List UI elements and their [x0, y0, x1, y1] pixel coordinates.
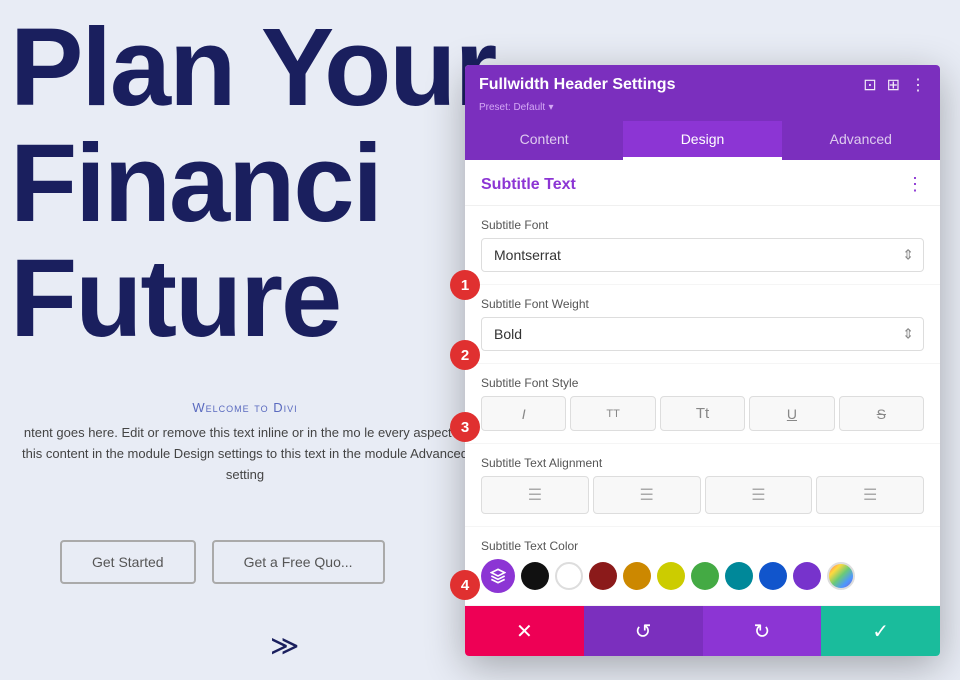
more-options-icon[interactable]: ⋮ [910, 75, 926, 95]
resize-icon[interactable]: ⊡ [863, 75, 876, 95]
panel-tabs: Content Design Advanced [465, 121, 940, 160]
subtitle-font-weight-select-wrapper: Bold Normal Light Extra Bold ⇕ [481, 317, 924, 351]
color-white[interactable] [555, 562, 583, 590]
cancel-button[interactable]: ✕ [465, 606, 584, 656]
title-case-button[interactable]: Tt [660, 396, 745, 431]
align-right-button[interactable]: ☰ [705, 476, 813, 514]
step-badge-3: 3 [450, 412, 480, 442]
welcome-label: Welcome to Divi [20, 400, 470, 415]
tab-design[interactable]: Design [623, 121, 781, 160]
subtitle-font-weight-select[interactable]: Bold Normal Light Extra Bold [481, 317, 924, 351]
subtitle-font-weight-field: Subtitle Font Weight Bold Normal Light E… [465, 285, 940, 364]
welcome-section: Welcome to Divi ntent goes here. Edit or… [20, 400, 470, 485]
section-more-icon[interactable]: ⋮ [906, 174, 924, 195]
subtitle-font-select-wrapper: Montserrat Open Sans Roboto Lato ⇕ [481, 238, 924, 272]
panel-preset[interactable]: Preset: Default ▾ [479, 99, 926, 113]
save-button[interactable]: ✓ [821, 606, 940, 656]
subtitle-font-style-label: Subtitle Font Style [481, 376, 924, 390]
color-picker-button[interactable] [481, 559, 515, 593]
hero-text: Plan Your Financi Future [10, 10, 495, 357]
underline-button[interactable]: U [749, 396, 834, 431]
body-text: ntent goes here. Edit or remove this tex… [20, 423, 470, 485]
color-swatches-row [481, 559, 924, 593]
font-style-buttons: I TT Tt U S [481, 396, 924, 431]
subtitle-font-weight-label: Subtitle Font Weight [481, 297, 924, 311]
step-badge-4: 4 [450, 570, 480, 600]
align-justify-button[interactable]: ☰ [816, 476, 924, 514]
subtitle-text-color-field: Subtitle Text Color [465, 527, 940, 606]
panel-header-top: Fullwidth Header Settings ⊡ ⊞ ⋮ [479, 75, 926, 95]
text-alignment-buttons: ☰ ☰ ☰ ☰ [481, 476, 924, 514]
subtitle-text-color-label: Subtitle Text Color [481, 539, 924, 553]
subtitle-text-alignment-label: Subtitle Text Alignment [481, 456, 924, 470]
subtitle-font-field: Subtitle Font Montserrat Open Sans Robot… [465, 206, 940, 285]
step-badge-2: 2 [450, 340, 480, 370]
settings-panel: Fullwidth Header Settings ⊡ ⊞ ⋮ Preset: … [465, 65, 940, 656]
color-black[interactable] [521, 562, 549, 590]
color-green[interactable] [691, 562, 719, 590]
panel-footer: ✕ ↺ ↻ ✓ [465, 606, 940, 656]
get-started-button[interactable]: Get Started [60, 540, 196, 584]
cta-buttons: Get Started Get a Free Quo... [60, 540, 385, 584]
subtitle-font-select[interactable]: Montserrat Open Sans Roboto Lato [481, 238, 924, 272]
undo-button[interactable]: ↺ [584, 606, 703, 656]
scroll-down-icon[interactable]: ≫ [270, 632, 299, 660]
tab-content[interactable]: Content [465, 121, 623, 160]
small-caps-button[interactable]: TT [570, 396, 655, 431]
subtitle-font-style-field: Subtitle Font Style I TT Tt U S [465, 364, 940, 444]
color-purple[interactable] [793, 562, 821, 590]
expand-icon[interactable]: ⊞ [887, 75, 900, 95]
color-yellow[interactable] [657, 562, 685, 590]
subtitle-text-alignment-field: Subtitle Text Alignment ☰ ☰ ☰ ☰ [465, 444, 940, 527]
panel-body: Subtitle Text ⋮ Subtitle Font Montserrat… [465, 160, 940, 606]
subtitle-font-label: Subtitle Font [481, 218, 924, 232]
free-quote-button[interactable]: Get a Free Quo... [212, 540, 385, 584]
redo-button[interactable]: ↻ [703, 606, 822, 656]
panel-header-icons: ⊡ ⊞ ⋮ [863, 75, 926, 95]
align-left-button[interactable]: ☰ [481, 476, 589, 514]
color-gradient[interactable] [827, 562, 855, 590]
align-center-button[interactable]: ☰ [593, 476, 701, 514]
strikethrough-button[interactable]: S [839, 396, 924, 431]
color-blue[interactable] [759, 562, 787, 590]
step-badge-1: 1 [450, 270, 480, 300]
panel-header: Fullwidth Header Settings ⊡ ⊞ ⋮ Preset: … [465, 65, 940, 121]
color-dark-red[interactable] [589, 562, 617, 590]
italic-button[interactable]: I [481, 396, 566, 431]
tab-advanced[interactable]: Advanced [782, 121, 940, 160]
color-amber[interactable] [623, 562, 651, 590]
color-teal[interactable] [725, 562, 753, 590]
section-header: Subtitle Text ⋮ [465, 160, 940, 206]
panel-title: Fullwidth Header Settings [479, 76, 675, 94]
section-title: Subtitle Text [481, 176, 576, 194]
